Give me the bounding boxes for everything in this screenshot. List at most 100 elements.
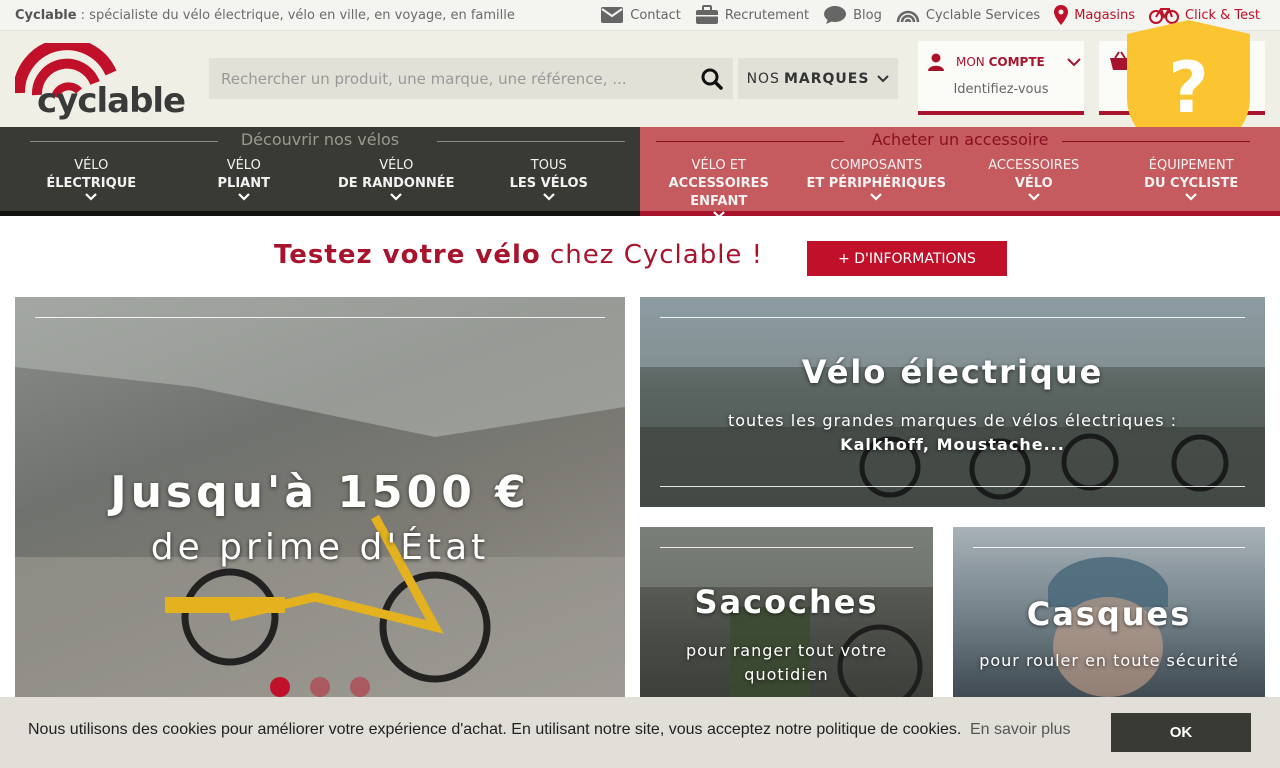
tagline-brand: Cyclable: [15, 8, 77, 23]
magasins-link[interactable]: Magasins: [1054, 5, 1135, 25]
nav-item-line2: les vélos: [509, 176, 588, 191]
hero-subtitle: de prime d'État: [150, 527, 490, 568]
brands-dropdown[interactable]: NOS MARQUES: [738, 58, 898, 99]
nav-item-line2: électrique: [46, 176, 137, 191]
nav-velo-pliant[interactable]: Vélo pliant: [168, 157, 321, 201]
contact-link[interactable]: Contact: [600, 6, 681, 24]
sacoches-title: Sacoches: [694, 583, 879, 621]
nav-velo-electrique[interactable]: Vélo électrique: [15, 157, 168, 201]
chevron-down-icon: [390, 193, 403, 201]
account-row: MON COMPTE: [928, 53, 1081, 71]
nav-item-line2: de randonnée: [337, 176, 455, 191]
account-button[interactable]: MON COMPTE Identifiez-vous: [918, 41, 1084, 115]
nav-item-line2: vélo: [1014, 176, 1053, 191]
velo-desc-text: toutes les grandes marques de vélos élec…: [727, 411, 1178, 430]
account-label: COMPTE: [988, 55, 1045, 69]
cookie-more-link[interactable]: En savoir plus: [970, 721, 1071, 739]
chevron-down-icon: [542, 193, 555, 201]
recrutement-link[interactable]: Recrutement: [695, 5, 809, 25]
cookie-ok-button[interactable]: OK: [1111, 713, 1251, 752]
briefcase-icon: [695, 5, 718, 24]
nav-item-line1: Tous: [530, 158, 567, 173]
carousel-dot-3[interactable]: [350, 677, 370, 697]
chevron-down-icon: [1067, 57, 1081, 66]
account-text: MON COMPTE: [956, 55, 1045, 69]
search-box: [209, 58, 733, 99]
cookie-banner: Nous utilisons des cookies pour améliore…: [0, 697, 1280, 768]
velo-photo: [640, 297, 1265, 507]
envelope-icon: [601, 7, 624, 23]
accessories-nav: Acheter un accessoire Vélo et accessoire…: [640, 127, 1280, 219]
velo-electrique-tile[interactable]: Vélo électrique toutes les grandes marqu…: [640, 297, 1265, 507]
casques-title: Casques: [1026, 595, 1192, 633]
search-input[interactable]: [209, 58, 689, 99]
chevron-down-icon: [712, 211, 725, 219]
bikes-heading-text: Découvrir nos vélos: [240, 130, 400, 149]
bikes-nav-heading: Découvrir nos vélos: [0, 130, 640, 149]
hero-title: Jusqu'à 1500 €: [110, 467, 530, 518]
sacoches-tile[interactable]: Sacoches pour ranger tout votre quotidie…: [640, 527, 933, 697]
nav-item-line1: Vélo et: [691, 158, 746, 173]
brands-prefix: NOS: [746, 70, 780, 87]
nav-item-line1: Vélo: [379, 158, 414, 173]
carousel-dot-2[interactable]: [310, 677, 330, 697]
search-icon[interactable]: [701, 68, 723, 90]
map-marker-icon: [1054, 5, 1069, 25]
tagline-text: : spécialiste du vélo électrique, vélo e…: [76, 8, 515, 23]
blog-link[interactable]: Blog: [823, 5, 882, 25]
services-icon: [896, 10, 920, 23]
services-link[interactable]: Cyclable Services: [896, 6, 1040, 24]
site-tagline: Cyclable : spécialiste du vélo électriqu…: [15, 8, 515, 23]
bikes-nav: Découvrir nos vélos Vélo électrique Vélo…: [0, 127, 640, 216]
cyclable-logo[interactable]: cyclable: [15, 43, 195, 121]
sacoches-desc: pour ranger tout votre quotidien: [685, 641, 888, 684]
chevron-down-icon: [237, 193, 250, 201]
blog-label: Blog: [853, 7, 882, 23]
nav-composants[interactable]: Composants et périphériques: [798, 157, 956, 219]
nav-velo-randonnee[interactable]: Vélo de randonnée: [320, 157, 473, 201]
magasins-label: Magasins: [1074, 7, 1136, 23]
contact-label: Contact: [630, 7, 681, 23]
nav-enfant[interactable]: Vélo et accessoires enfant: [640, 157, 798, 219]
chevron-down-icon: [1027, 193, 1040, 201]
nav-item-line1: Vélo: [74, 158, 109, 173]
carousel-dot-1[interactable]: [270, 677, 290, 697]
casques-tile[interactable]: Casques pour rouler en toute sécurité: [953, 527, 1265, 697]
test-banner-title: Testez votre vélo chez Cyclable !: [274, 240, 763, 270]
nav-item-line2: et périphériques: [806, 176, 946, 191]
test-title-bold: Testez votre vélo: [274, 240, 541, 270]
nav-item-line1: Vélo: [226, 158, 261, 173]
nav-item-line1: Équipement: [1148, 158, 1234, 173]
test-title-rest: chez Cyclable !: [540, 240, 764, 270]
help-symbol: ?: [1168, 47, 1209, 129]
nav-item-line2: pliant: [217, 176, 270, 191]
user-icon: [928, 53, 944, 71]
nav-item-line2: du cycliste: [1144, 176, 1239, 191]
accessories-nav-heading: Acheter un accessoire: [640, 130, 1280, 149]
carousel-dots: [270, 677, 370, 697]
cookie-message: Nous utilisons des cookies pour améliore…: [28, 721, 962, 738]
top-bar: Cyclable : spécialiste du vélo électriqu…: [0, 0, 1280, 31]
nav-item-line1: Accessoires: [988, 158, 1080, 173]
accessories-heading-text: Acheter un accessoire: [871, 130, 1049, 149]
hero-prime-tile[interactable]: Jusqu'à 1500 € de prime d'État: [15, 297, 625, 697]
velo-desc-brands: Kalkhoff, Moustache...: [840, 435, 1065, 454]
logo-text: cyclable: [37, 81, 186, 121]
nav-tous-velos[interactable]: Tous les vélos: [473, 157, 626, 201]
chevron-down-icon: [877, 74, 890, 82]
more-info-button[interactable]: + D'INFORMATIONS: [807, 241, 1007, 276]
nav-equipement[interactable]: Équipement du cycliste: [1113, 157, 1271, 219]
account-login-text: Identifiez-vous: [953, 82, 1049, 97]
nav-accessoires[interactable]: Accessoires vélo: [955, 157, 1113, 219]
brands-label: MARQUES: [783, 70, 870, 87]
nav-item-line2: accessoires enfant: [668, 176, 769, 209]
recrutement-label: Recrutement: [724, 7, 810, 23]
account-prefix: MON: [956, 55, 985, 69]
chevron-down-icon: [85, 193, 98, 201]
nav-item-line1: Composants: [830, 158, 923, 173]
chat-bubble-icon: [824, 6, 847, 24]
site-header: cyclable NOS MARQUES MON COMPTE Identifi…: [0, 31, 1280, 127]
services-label: Cyclable Services: [925, 7, 1041, 23]
velo-title: Vélo électrique: [801, 353, 1104, 391]
casques-desc: pour rouler en toute sécurité: [979, 651, 1239, 670]
